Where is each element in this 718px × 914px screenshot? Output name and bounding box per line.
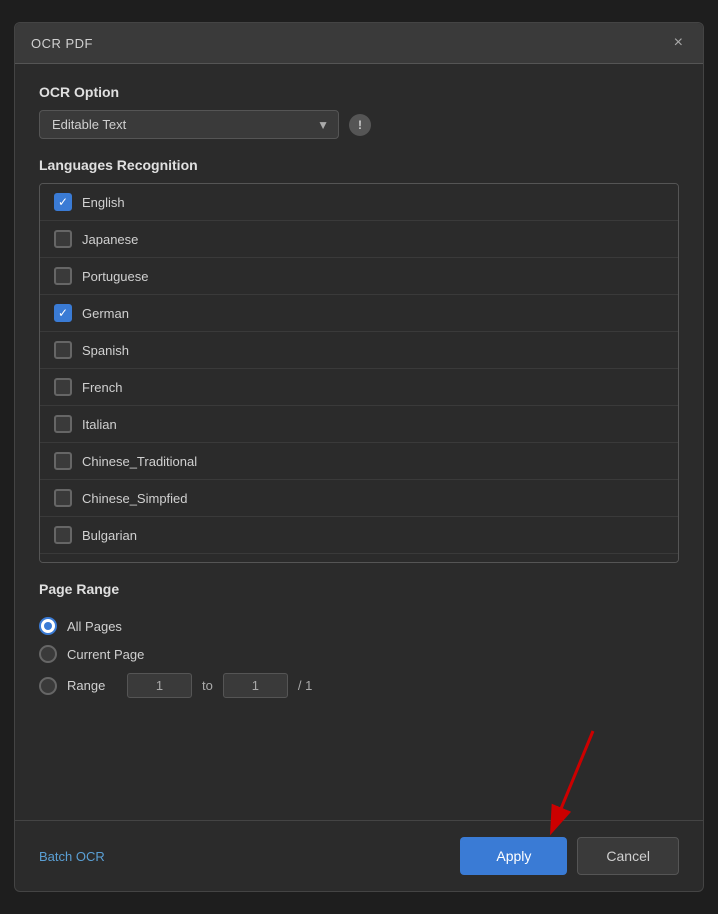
range-total: / 1	[298, 678, 312, 693]
page-range-section: Page Range All Pages Current Page Range …	[39, 581, 679, 698]
info-icon[interactable]: !	[349, 114, 371, 136]
lang-checkbox-chinese-simplified[interactable]	[54, 489, 72, 507]
footer-buttons: Apply Cancel	[460, 837, 679, 875]
ocr-option-section: OCR Option Editable Text Searchable Text…	[39, 84, 679, 139]
dialog-body: OCR Option Editable Text Searchable Text…	[15, 64, 703, 820]
ocr-option-dropdown[interactable]: Editable Text Searchable Text	[39, 110, 339, 139]
range-row: Range to / 1	[39, 673, 679, 698]
lang-checkbox-bulgarian[interactable]	[54, 526, 72, 544]
lang-checkbox-italian[interactable]	[54, 415, 72, 433]
lang-label-german: German	[82, 306, 129, 321]
range-radio[interactable]	[39, 677, 57, 695]
lang-checkbox-english[interactable]	[54, 193, 72, 211]
lang-item-french[interactable]: French	[40, 369, 678, 406]
dialog-footer: Batch OCR Apply Cancel	[15, 820, 703, 891]
lang-label-chinese-traditional: Chinese_Traditional	[82, 454, 197, 469]
all-pages-row: All Pages	[39, 617, 679, 635]
lang-item-chinese-traditional[interactable]: Chinese_Traditional	[40, 443, 678, 480]
lang-item-english[interactable]: English	[40, 184, 678, 221]
lang-item-chinese-simplified[interactable]: Chinese_Simpfied	[40, 480, 678, 517]
batch-ocr-button[interactable]: Batch OCR	[39, 849, 105, 864]
lang-item-spanish[interactable]: Spanish	[40, 332, 678, 369]
current-page-row: Current Page	[39, 645, 679, 663]
all-pages-radio[interactable]	[39, 617, 57, 635]
range-to-separator: to	[202, 678, 213, 693]
lang-checkbox-portuguese[interactable]	[54, 267, 72, 285]
ocr-pdf-dialog: OCR PDF × OCR Option Editable Text Searc…	[14, 22, 704, 892]
close-button[interactable]: ×	[670, 33, 687, 53]
apply-button[interactable]: Apply	[460, 837, 567, 875]
all-pages-label: All Pages	[67, 619, 122, 634]
lang-checkbox-german[interactable]	[54, 304, 72, 322]
page-range-label: Page Range	[39, 581, 679, 597]
lang-item-catalan[interactable]: Catalan	[40, 554, 678, 563]
lang-item-bulgarian[interactable]: Bulgarian	[40, 517, 678, 554]
title-bar: OCR PDF ×	[15, 23, 703, 64]
lang-label-portuguese: Portuguese	[82, 269, 149, 284]
ocr-option-row: Editable Text Searchable Text ▼ !	[39, 110, 679, 139]
lang-label-japanese: Japanese	[82, 232, 138, 247]
lang-label-spanish: Spanish	[82, 343, 129, 358]
current-page-label: Current Page	[67, 647, 144, 662]
languages-list: English Japanese Portuguese German Spanish Fr…	[39, 183, 679, 563]
cancel-button[interactable]: Cancel	[577, 837, 679, 875]
languages-label: Languages Recognition	[39, 157, 679, 173]
lang-item-german[interactable]: German	[40, 295, 678, 332]
lang-checkbox-french[interactable]	[54, 378, 72, 396]
lang-label-italian: Italian	[82, 417, 117, 432]
lang-item-portuguese[interactable]: Portuguese	[40, 258, 678, 295]
range-from-input[interactable]	[127, 673, 192, 698]
current-page-radio[interactable]	[39, 645, 57, 663]
lang-item-italian[interactable]: Italian	[40, 406, 678, 443]
range-to-input[interactable]	[223, 673, 288, 698]
range-label: Range	[67, 678, 117, 693]
lang-label-french: French	[82, 380, 122, 395]
ocr-option-label: OCR Option	[39, 84, 679, 100]
lang-checkbox-chinese-traditional[interactable]	[54, 452, 72, 470]
lang-label-bulgarian: Bulgarian	[82, 528, 137, 543]
lang-checkbox-japanese[interactable]	[54, 230, 72, 248]
lang-item-japanese[interactable]: Japanese	[40, 221, 678, 258]
dropdown-wrapper: Editable Text Searchable Text ▼	[39, 110, 339, 139]
dialog-title: OCR PDF	[31, 36, 93, 51]
lang-label-english: English	[82, 195, 125, 210]
lang-label-chinese-simplified: Chinese_Simpfied	[82, 491, 188, 506]
languages-section: Languages Recognition English Japanese Por…	[39, 157, 679, 563]
lang-checkbox-spanish[interactable]	[54, 341, 72, 359]
